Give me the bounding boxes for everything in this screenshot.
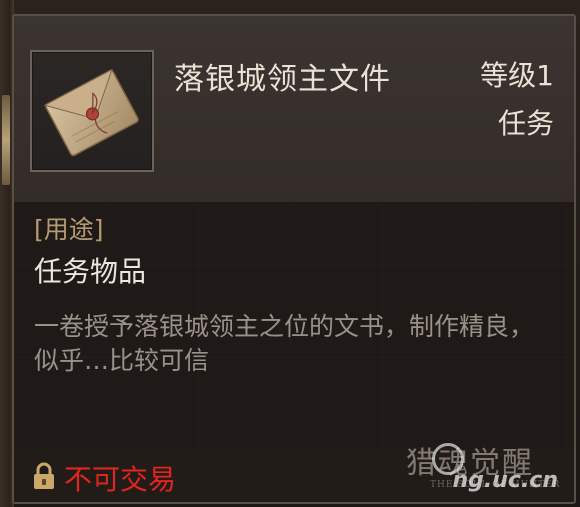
item-type: 任务 — [497, 107, 554, 140]
item-tooltip: 落银城领主文件 等级1 任务 [用途] 任务物品 一卷授予落银城领主之位的文书，… — [12, 14, 576, 504]
trade-status: 不可交易 — [64, 463, 177, 496]
item-description: 一卷授予落银城领主之位的文书，制作精良，似乎…比较可信 — [34, 312, 535, 375]
tooltip-body: [用途] 任务物品 一卷授予落银城领主之位的文书，制作精良，似乎…比较可信 — [14, 202, 574, 450]
item-level: 等级1 — [480, 59, 554, 92]
usage-label: [用途] — [34, 215, 104, 244]
tooltip-header: 落银城领主文件 等级1 任务 — [14, 16, 574, 202]
lock-icon — [34, 462, 54, 489]
game-screen: 落银城领主文件 等级1 任务 [用途] 任务物品 一卷授予落银城领主之位的文书，… — [0, 0, 580, 507]
sealed-envelope-icon — [43, 68, 139, 157]
usage-value: 任务物品 — [34, 255, 147, 288]
watermark-text: ng.uc.cn — [452, 468, 558, 493]
item-icon-slot — [30, 50, 154, 172]
item-name: 落银城领主文件 — [174, 62, 391, 97]
